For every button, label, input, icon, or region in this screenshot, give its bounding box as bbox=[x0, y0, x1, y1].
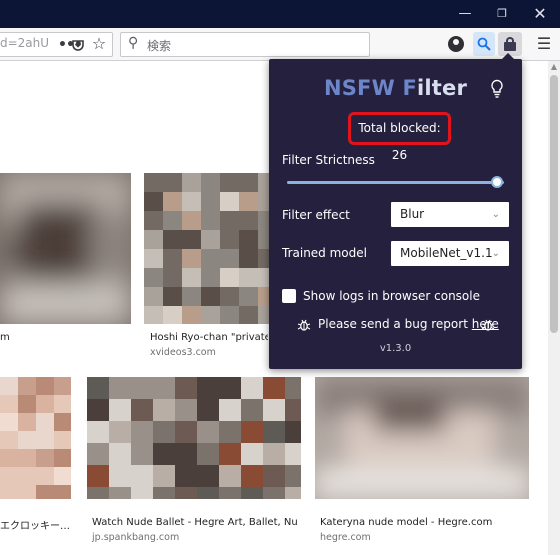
scroll-thumb[interactable] bbox=[550, 75, 558, 333]
hamburger-menu-icon[interactable]: ☰ bbox=[535, 32, 553, 56]
result-caption-4[interactable]: Watch Nude Ballet - Hegre Art, Ballet, N… bbox=[92, 517, 297, 528]
bug-icon bbox=[297, 317, 311, 331]
minimize-icon[interactable]: — bbox=[454, 4, 476, 24]
nsfw-filter-popup: NSFW Filter Total blocked: 26 Filter Str… bbox=[269, 53, 522, 369]
show-logs-checkbox[interactable] bbox=[282, 289, 296, 303]
bug-report-text: Please send a bug report here bbox=[318, 317, 499, 331]
result-caption-1[interactable]: m bbox=[0, 332, 10, 343]
total-blocked-counter: Total blocked: 26 bbox=[348, 112, 451, 162]
version-label: v1.3.0 bbox=[379, 343, 412, 354]
close-icon[interactable]: ✕ bbox=[529, 4, 551, 24]
url-bar[interactable]: d=2ahU ••• ☆ bbox=[0, 32, 113, 57]
window-titlebar: — ❐ ✕ bbox=[0, 0, 560, 28]
search-icon: ⚲ bbox=[128, 35, 139, 51]
result-source-4: jp.spankbang.com bbox=[92, 532, 180, 543]
account-icon[interactable] bbox=[448, 36, 464, 52]
filter-strictness-slider[interactable] bbox=[287, 181, 504, 184]
lightbulb-icon[interactable] bbox=[490, 79, 504, 99]
bookmark-star-icon[interactable]: ☆ bbox=[89, 34, 109, 54]
result-thumbnail-4[interactable] bbox=[87, 377, 301, 499]
popup-title: NSFW Filter bbox=[323, 76, 468, 100]
scroll-up-icon[interactable]: ▲ bbox=[548, 61, 560, 73]
result-caption-3[interactable]: エクロッキー… bbox=[0, 517, 70, 532]
filter-effect-select[interactable]: Blur ⌄ bbox=[391, 202, 509, 227]
search-placeholder: 検索 bbox=[147, 39, 172, 53]
page-scrollbar[interactable]: ▲ bbox=[548, 61, 560, 555]
result-source-2: xvideos3.com bbox=[150, 347, 216, 358]
filter-effect-value: Blur bbox=[400, 207, 425, 221]
filter-effect-label: Filter effect bbox=[282, 208, 350, 222]
show-logs-label[interactable]: Show logs in browser console bbox=[303, 289, 480, 303]
result-thumbnail-2[interactable] bbox=[144, 173, 274, 324]
result-caption-5[interactable]: Kateryna nude model - Hegre.com bbox=[320, 517, 492, 528]
result-thumbnail-5[interactable] bbox=[315, 377, 529, 499]
chevron-down-icon: ⌄ bbox=[491, 209, 500, 220]
trained-model-value: MobileNet_v1.1 bbox=[400, 246, 493, 260]
result-thumbnail-1[interactable] bbox=[0, 173, 131, 324]
search-bar[interactable]: ⚲ 検索 bbox=[120, 32, 370, 57]
url-text: d=2ahU bbox=[0, 36, 50, 50]
result-thumbnail-3[interactable] bbox=[0, 377, 71, 499]
result-source-5: hegre.com bbox=[320, 532, 371, 543]
chevron-down-icon: ⌄ bbox=[491, 248, 500, 259]
result-caption-2[interactable]: Hoshi Ryo-chan "private n bbox=[150, 332, 268, 343]
trained-model-label: Trained model bbox=[282, 246, 367, 260]
filter-strictness-knob[interactable] bbox=[491, 176, 504, 188]
bug-icon bbox=[481, 317, 495, 331]
zoom-icon[interactable] bbox=[473, 32, 495, 56]
maximize-icon[interactable]: ❐ bbox=[491, 4, 513, 24]
trained-model-select[interactable]: MobileNet_v1.1 ⌄ bbox=[391, 241, 509, 266]
pocket-icon[interactable] bbox=[68, 35, 88, 59]
browser-toolbar: d=2ahU ••• ☆ ⚲ 検索 ☰ bbox=[0, 28, 560, 61]
filter-strictness-label: Filter Strictness bbox=[282, 153, 375, 167]
